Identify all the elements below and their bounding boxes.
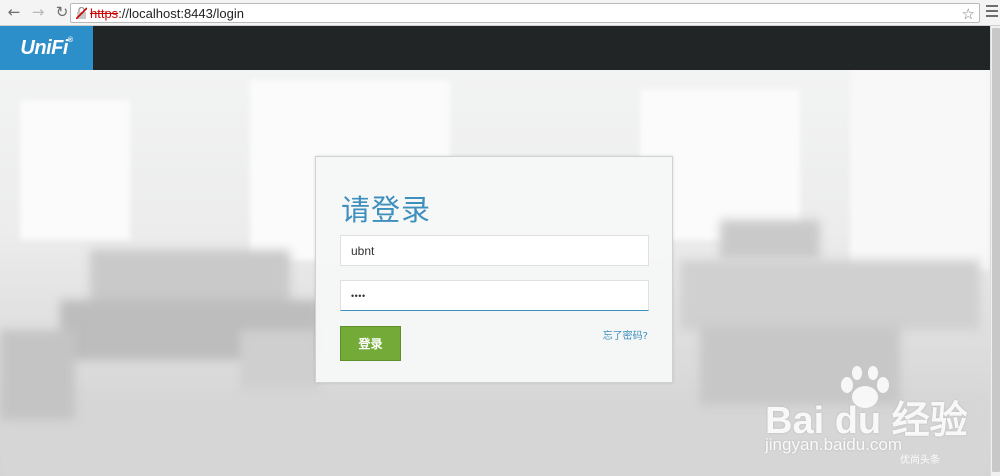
username-input[interactable]: ubnt	[340, 235, 649, 266]
menu-icon[interactable]	[986, 5, 998, 20]
login-panel: 请登录 ubnt •••• 登录 忘了密码?	[315, 156, 673, 383]
login-title: 请登录	[341, 193, 432, 227]
baidu-watermark: Bai du 经验 jingyan.baidu.com 优尚头条	[765, 365, 990, 475]
scrollbar-thumb[interactable]	[992, 28, 1000, 472]
reload-icon[interactable]: ↻	[52, 3, 72, 23]
login-button[interactable]: 登录	[340, 326, 401, 361]
forgot-password-link[interactable]: 忘了密码?	[603, 327, 648, 342]
username-value: ubnt	[351, 243, 375, 258]
watermark-sub: jingyan.baidu.com	[765, 435, 903, 454]
back-icon[interactable]: ←	[4, 3, 24, 23]
app-header: UniFi®	[0, 26, 990, 70]
password-value: ••••	[351, 290, 366, 301]
forward-icon[interactable]: →	[28, 3, 48, 23]
bookmark-star-icon[interactable]: ☆	[962, 5, 975, 23]
scrollbar[interactable]	[990, 26, 1000, 476]
url-path: ://localhost:8443/login	[118, 5, 244, 21]
watermark-corner: 优尚头条	[900, 455, 940, 466]
unifi-logo[interactable]: UniFi®	[0, 26, 93, 70]
url-scheme: https	[90, 5, 119, 21]
insecure-lock-icon	[75, 7, 87, 19]
logo-text: UniFi®	[20, 36, 73, 59]
browser-toolbar: ← → ↻ https://localhost:8443/login ☆	[0, 0, 1000, 26]
password-input[interactable]: ••••	[340, 280, 649, 311]
address-bar[interactable]: https://localhost:8443/login ☆	[70, 3, 980, 23]
